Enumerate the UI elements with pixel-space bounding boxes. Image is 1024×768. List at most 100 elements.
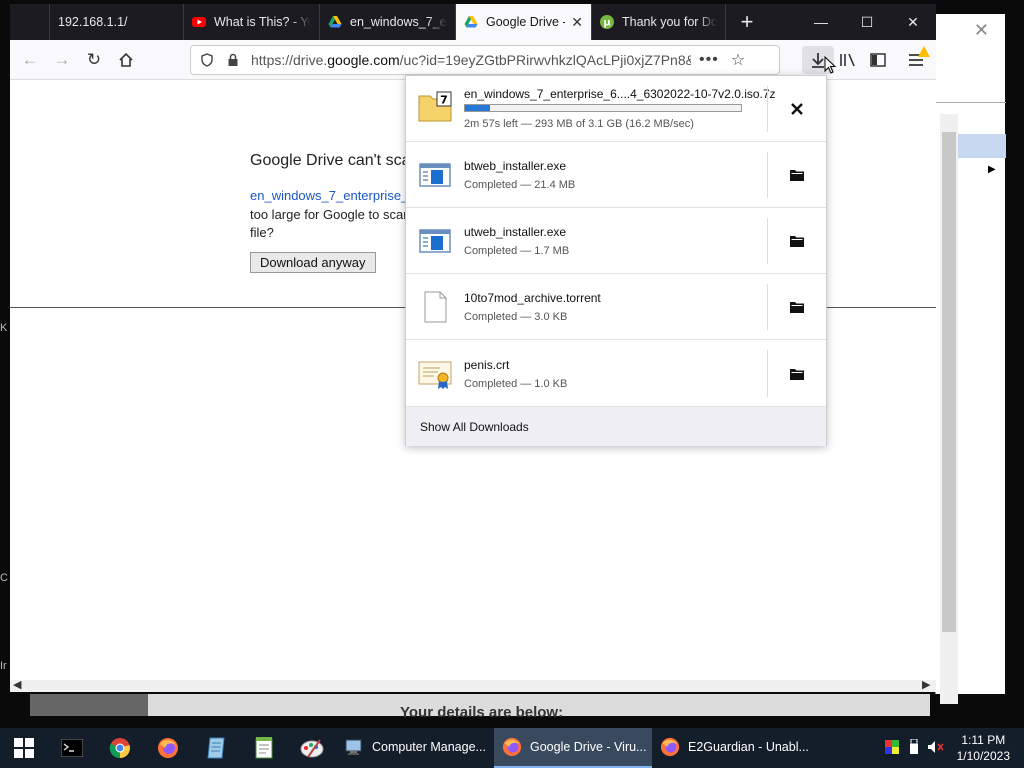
mouse-cursor-icon <box>824 56 836 74</box>
action-separator <box>767 152 768 198</box>
folder-icon[interactable] <box>784 162 810 188</box>
download-filename: en_windows_7_enterprise_6....4_6302022-1… <box>464 87 776 101</box>
certificate-icon <box>418 361 452 389</box>
background-close-icon[interactable]: ✕ <box>974 20 989 41</box>
notepad-icon[interactable] <box>240 728 288 768</box>
taskbar-app-label: Computer Manage... <box>372 740 486 754</box>
action-separator <box>767 284 768 330</box>
shield-icon[interactable] <box>197 50 217 70</box>
taskbar-app-computer-management[interactable]: Computer Manage... <box>336 728 494 768</box>
tab-close-icon[interactable]: ✕ <box>565 14 583 31</box>
reload-icon[interactable]: ↻ <box>82 48 106 72</box>
scroll-right-icon[interactable]: ▶ <box>922 678 930 691</box>
download-item[interactable]: penis.crt Completed — 1.0 KB <box>406 340 826 407</box>
color-app-tray-icon[interactable] <box>881 739 903 757</box>
page-text: too large for Google to scar <box>250 207 408 222</box>
computer-management-icon <box>345 739 362 755</box>
edge-text: C <box>0 572 8 584</box>
downloads-button[interactable] <box>802 46 836 74</box>
action-separator <box>767 218 768 264</box>
download-progress-bar <box>464 104 742 112</box>
tab-label: Google Drive - <box>486 15 566 29</box>
firefox-icon[interactable] <box>144 728 192 768</box>
tab-google-drive-active[interactable]: Google Drive - ✕ <box>456 4 592 40</box>
download-status: Completed — 1.0 KB <box>464 378 568 390</box>
youtube-icon <box>192 17 206 27</box>
terminal-icon[interactable] <box>48 728 96 768</box>
horizontal-scrollbar[interactable]: ◀ ▶ <box>10 678 936 692</box>
cancel-icon[interactable] <box>784 96 810 122</box>
download-item[interactable]: btweb_installer.exe Completed — 21.4 MB <box>406 142 826 208</box>
installer-icon <box>419 229 451 253</box>
firefox-icon <box>502 737 522 757</box>
action-separator <box>767 350 768 397</box>
back-arrow-icon[interactable]: ← <box>18 48 42 72</box>
download-status: Completed — 21.4 MB <box>464 179 576 191</box>
installer-icon <box>419 163 451 187</box>
lock-icon[interactable] <box>223 50 243 70</box>
close-icon[interactable]: ✕ <box>890 4 936 40</box>
library-icon[interactable] <box>836 48 860 72</box>
page-title: Google Drive can't sca <box>250 152 411 169</box>
background-selection <box>958 134 1006 158</box>
background-heading: Your details are below: <box>400 704 564 721</box>
taskbar-app-label: Google Drive - Viru... <box>530 740 647 754</box>
download-status: 2m 57s left — 293 MB of 3.1 GB (16.2 MB/… <box>464 118 694 130</box>
background-scrollbar[interactable] <box>940 114 958 704</box>
folder-icon[interactable] <box>784 294 810 320</box>
google-drive-icon <box>464 16 478 28</box>
maximize-icon[interactable]: ☐ <box>844 4 890 40</box>
new-tab-button[interactable]: + <box>726 4 768 40</box>
minimize-icon[interactable]: — <box>798 4 844 40</box>
download-anyway-button[interactable]: Download anyway <box>250 252 376 273</box>
sidebar-icon[interactable] <box>866 48 890 72</box>
folder-icon[interactable] <box>784 361 810 387</box>
download-item[interactable]: 10to7mod_archive.torrent Completed — 3.0… <box>406 274 826 340</box>
page-actions-icon[interactable]: ••• <box>699 51 719 69</box>
forward-arrow-icon[interactable]: → <box>50 48 74 72</box>
tab-strip: 192.168.1.1/ What is This? - Yo en_windo… <box>10 4 936 40</box>
file-icon <box>424 291 447 323</box>
tab-youtube[interactable]: What is This? - Yo <box>184 4 320 40</box>
tab-overflow-spacer <box>10 4 50 40</box>
download-item[interactable]: utweb_installer.exe Completed — 1.7 MB <box>406 208 826 274</box>
download-item[interactable]: 7 en_windows_7_enterprise_6....4_6302022… <box>406 76 826 142</box>
tab-router[interactable]: 192.168.1.1/ <box>50 4 184 40</box>
tab-drive-file[interactable]: en_windows_7_en <box>320 4 456 40</box>
download-filename: btweb_installer.exe <box>464 159 567 173</box>
edge-text: Ir <box>0 660 7 672</box>
show-all-downloads-button[interactable]: Show All Downloads <box>406 407 826 446</box>
menu-icon[interactable] <box>904 46 930 72</box>
home-icon[interactable] <box>114 48 138 72</box>
bookmark-star-icon[interactable]: ☆ <box>731 50 745 70</box>
usb-device-icon[interactable] <box>903 738 925 758</box>
page-text: file? <box>250 225 274 240</box>
clock[interactable]: 1:11 PM 1/10/2023 <box>947 732 1024 764</box>
taskbar-app-e2guardian[interactable]: E2Guardian - Unabl... <box>652 728 810 768</box>
taskbar-app-label: E2Guardian - Unabl... <box>688 740 809 754</box>
paint-icon[interactable] <box>288 728 336 768</box>
background-window: ✕ ▶ <box>935 14 1006 704</box>
scroll-left-icon[interactable]: ◀ <box>13 678 21 691</box>
taskbar-app-google-drive[interactable]: Google Drive - Viru... <box>494 728 652 768</box>
volume-muted-icon[interactable] <box>925 740 947 757</box>
url-text[interactable]: https://drive.google.com/uc?id=19eyZGtbP… <box>251 52 691 68</box>
show-all-downloads-label: Show All Downloads <box>420 419 529 434</box>
utorrent-icon: µ <box>600 15 614 29</box>
tab-label: What is This? - Yo <box>214 15 311 29</box>
url-bar[interactable]: https://drive.google.com/uc?id=19eyZGtbP… <box>190 45 780 75</box>
firefox-icon <box>660 737 680 757</box>
folder-icon[interactable] <box>784 228 810 254</box>
chrome-icon[interactable] <box>96 728 144 768</box>
action-separator <box>767 86 768 132</box>
background-expand-icon: ▶ <box>988 164 996 175</box>
notebook-app-icon[interactable] <box>192 728 240 768</box>
file-link[interactable]: en_windows_7_enterprise_ <box>250 188 408 203</box>
svg-text:7: 7 <box>440 94 448 107</box>
edge-text: K <box>0 322 8 334</box>
windows-start-icon[interactable] <box>0 728 48 768</box>
tab-utorrent[interactable]: µ Thank you for Do <box>592 4 726 40</box>
downloads-panel: 7 en_windows_7_enterprise_6....4_6302022… <box>405 75 827 446</box>
clock-date: 1/10/2023 <box>956 749 1010 763</box>
window-controls: — ☐ ✕ <box>798 4 936 40</box>
